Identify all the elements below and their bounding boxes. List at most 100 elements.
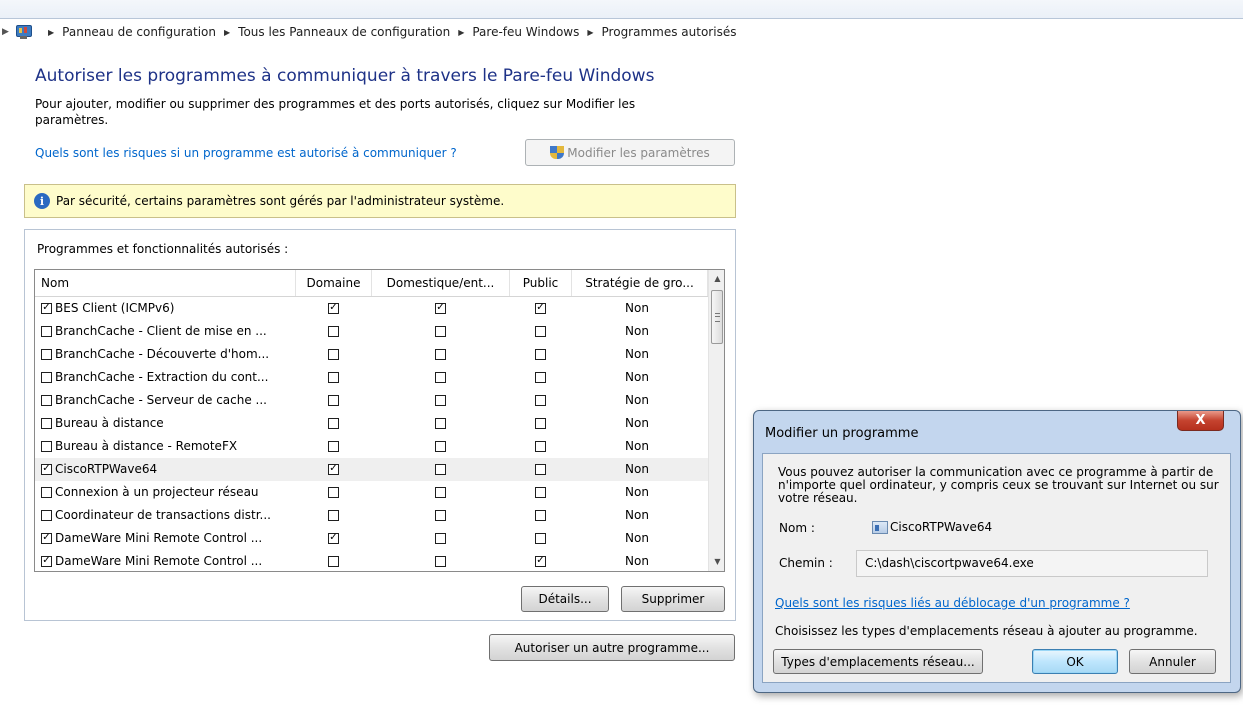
enable-checkbox[interactable]: [41, 464, 52, 475]
table-row[interactable]: BranchCache - Découverte d'hom... Non: [35, 343, 708, 366]
public-checkbox[interactable]: [535, 395, 546, 406]
modify-settings-button[interactable]: Modifier les paramètres: [525, 139, 735, 166]
table-row[interactable]: CiscoRTPWave64 Non: [35, 458, 708, 481]
home-checkbox[interactable]: [435, 349, 446, 360]
chevron-right-icon[interactable]: ▶: [48, 28, 54, 37]
enable-checkbox[interactable]: [41, 487, 52, 498]
public-checkbox[interactable]: [535, 556, 546, 567]
home-checkbox[interactable]: [435, 556, 446, 567]
domain-checkbox[interactable]: [328, 395, 339, 406]
domain-checkbox[interactable]: [328, 349, 339, 360]
table-row[interactable]: DameWare Mini Remote Control ... Non: [35, 527, 708, 550]
domain-checkbox[interactable]: [328, 556, 339, 567]
home-checkbox[interactable]: [435, 418, 446, 429]
public-checkbox[interactable]: [535, 533, 546, 544]
cancel-button[interactable]: Annuler: [1129, 649, 1216, 674]
enable-checkbox[interactable]: [41, 556, 52, 567]
chevron-right-icon[interactable]: ▶: [587, 28, 593, 37]
domain-checkbox[interactable]: [328, 326, 339, 337]
policy-cell: Non: [625, 462, 649, 476]
table-row[interactable]: Coordinateur de transactions distr... Non: [35, 504, 708, 527]
risk-help-link[interactable]: Quels sont les risques si un programme e…: [35, 146, 457, 160]
domain-checkbox[interactable]: [328, 533, 339, 544]
public-checkbox[interactable]: [535, 510, 546, 521]
home-checkbox[interactable]: [435, 372, 446, 383]
domain-checkbox[interactable]: [328, 487, 339, 498]
unblock-risk-link[interactable]: Quels sont les risques liés au déblocage…: [775, 596, 1130, 610]
program-name-cell: Coordinateur de transactions distr...: [55, 508, 271, 522]
breadcrumb-item-firewall[interactable]: Pare-feu Windows: [472, 25, 579, 39]
table-row[interactable]: Connexion à un projecteur réseau Non: [35, 481, 708, 504]
dropdown-arrow-icon[interactable]: ▶: [2, 27, 9, 37]
chevron-right-icon[interactable]: ▶: [458, 28, 464, 37]
network-types-button[interactable]: Types d'emplacements réseau...: [773, 649, 983, 674]
home-checkbox[interactable]: [435, 533, 446, 544]
domain-checkbox[interactable]: [328, 464, 339, 475]
details-button[interactable]: Détails...: [521, 586, 609, 612]
column-header-public[interactable]: Public: [510, 270, 572, 296]
table-row[interactable]: BranchCache - Serveur de cache ... Non: [35, 389, 708, 412]
enable-checkbox[interactable]: [41, 418, 52, 429]
delete-button[interactable]: Supprimer: [621, 586, 725, 612]
address-bar[interactable]: ▶ ▶ Panneau de configuration ▶ Tous les …: [0, 18, 1243, 45]
policy-cell: Non: [625, 416, 649, 430]
enable-checkbox[interactable]: [41, 372, 52, 383]
column-header-home[interactable]: Domestique/ent...: [372, 270, 510, 296]
table-row[interactable]: BES Client (ICMPv6) Non: [35, 297, 708, 320]
home-checkbox[interactable]: [435, 464, 446, 475]
scroll-up-icon[interactable]: ▲: [709, 270, 724, 287]
network-instruction: Choisissez les types d'emplacements rése…: [775, 624, 1198, 638]
table-row[interactable]: BranchCache - Extraction du cont... Non: [35, 366, 708, 389]
breadcrumb-item-allowed-programs[interactable]: Programmes autorisés: [602, 25, 737, 39]
vertical-scrollbar[interactable]: ▲ ▼: [708, 270, 724, 571]
enable-checkbox[interactable]: [41, 533, 52, 544]
scroll-thumb[interactable]: [711, 290, 723, 344]
ok-button[interactable]: OK: [1032, 649, 1118, 674]
enable-checkbox[interactable]: [41, 326, 52, 337]
domain-checkbox[interactable]: [328, 303, 339, 314]
program-name-cell: BranchCache - Serveur de cache ...: [55, 393, 267, 407]
enable-checkbox[interactable]: [41, 395, 52, 406]
table-row[interactable]: DameWare Mini Remote Control ... Non: [35, 550, 708, 571]
enable-checkbox[interactable]: [41, 441, 52, 452]
column-header-domain[interactable]: Domaine: [296, 270, 372, 296]
public-checkbox[interactable]: [535, 372, 546, 383]
enable-checkbox[interactable]: [41, 349, 52, 360]
home-checkbox[interactable]: [435, 487, 446, 498]
home-checkbox[interactable]: [435, 441, 446, 452]
chevron-right-icon[interactable]: ▶: [224, 28, 230, 37]
allow-another-program-button[interactable]: Autoriser un autre programme...: [489, 634, 735, 661]
home-checkbox[interactable]: [435, 303, 446, 314]
domain-checkbox[interactable]: [328, 441, 339, 452]
table-row[interactable]: Bureau à distance - RemoteFX Non: [35, 435, 708, 458]
enable-checkbox[interactable]: [41, 510, 52, 521]
program-name-cell: DameWare Mini Remote Control ...: [55, 531, 263, 545]
domain-checkbox[interactable]: [328, 418, 339, 429]
table-row[interactable]: BranchCache - Client de mise en ... Non: [35, 320, 708, 343]
public-checkbox[interactable]: [535, 487, 546, 498]
column-header-name[interactable]: Nom: [35, 270, 296, 296]
domain-checkbox[interactable]: [328, 372, 339, 383]
public-checkbox[interactable]: [535, 303, 546, 314]
public-checkbox[interactable]: [535, 418, 546, 429]
column-header-policy[interactable]: Stratégie de gro...: [572, 270, 708, 296]
home-checkbox[interactable]: [435, 510, 446, 521]
breadcrumb-item-control-panel[interactable]: Panneau de configuration: [62, 25, 216, 39]
edit-program-dialog: Modifier un programme X Vous pouvez auto…: [753, 410, 1241, 693]
home-checkbox[interactable]: [435, 395, 446, 406]
home-checkbox[interactable]: [435, 326, 446, 337]
public-checkbox[interactable]: [535, 464, 546, 475]
allowed-programs-list[interactable]: Nom Domaine Domestique/ent... Public Str…: [34, 269, 725, 572]
public-checkbox[interactable]: [535, 441, 546, 452]
domain-checkbox[interactable]: [328, 510, 339, 521]
table-row[interactable]: Bureau à distance Non: [35, 412, 708, 435]
scroll-down-icon[interactable]: ▼: [709, 553, 724, 570]
policy-cell: Non: [625, 554, 649, 568]
public-checkbox[interactable]: [535, 349, 546, 360]
breadcrumb-item-all-control-panels[interactable]: Tous les Panneaux de configuration: [238, 25, 450, 39]
public-checkbox[interactable]: [535, 326, 546, 337]
close-icon[interactable]: X: [1177, 411, 1224, 431]
enable-checkbox[interactable]: [41, 303, 52, 314]
policy-cell: Non: [625, 393, 649, 407]
program-name-cell: BranchCache - Extraction du cont...: [55, 370, 269, 384]
